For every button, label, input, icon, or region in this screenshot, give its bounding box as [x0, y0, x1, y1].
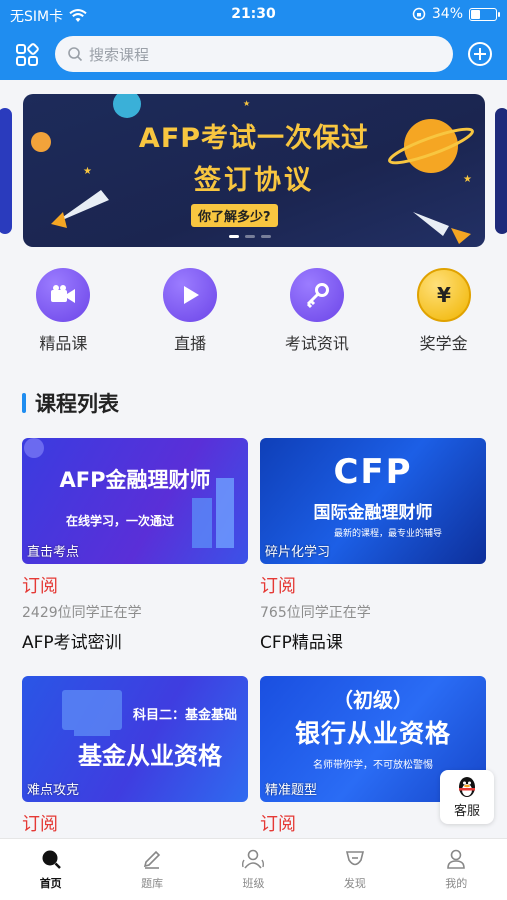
customer-service-button[interactable]: 客服 — [440, 770, 494, 824]
course-name: CFP精品课 — [260, 633, 343, 653]
tab-label: 题库 — [141, 877, 164, 890]
add-icon[interactable] — [467, 41, 493, 67]
tab-mine[interactable]: 我的 — [406, 839, 507, 900]
search-input[interactable]: 搜索课程 — [55, 36, 453, 72]
svg-text:★: ★ — [243, 99, 250, 108]
carousel-dot[interactable] — [261, 235, 271, 238]
svg-text:¥: ¥ — [437, 283, 451, 307]
banner-slide[interactable]: ★ ★ ★ AFP考试一次保过 签订协议 你了解多少? — [23, 94, 485, 247]
search-placeholder: 搜索课程 — [89, 45, 150, 64]
course-cover-subtitle: 科目二：基金基础 — [132, 708, 237, 723]
search-home-icon — [42, 850, 61, 869]
battery-icon — [469, 7, 500, 21]
category-label: 考试资讯 — [284, 334, 349, 353]
users-icon — [242, 849, 265, 869]
course-tag: 直击考点 — [27, 545, 80, 560]
prev-slide-peek[interactable] — [0, 108, 12, 234]
course-cover-title: 基金从业资格 — [78, 742, 222, 770]
pencil-icon — [143, 850, 161, 869]
section-title: 课程列表 — [35, 392, 119, 416]
category-label: 精品课 — [39, 334, 88, 353]
key-icon — [289, 268, 344, 322]
tab-discover[interactable]: 发现 — [304, 839, 405, 900]
next-slide-peek[interactable] — [495, 108, 507, 234]
course-card[interactable]: 科目二：基金基础 基金从业资格 难点攻克 订阅 — [22, 676, 248, 836]
course-tag: 精准题型 — [265, 783, 318, 798]
course-card[interactable]: CFP 国际金融理财师 最新的课程，最专业的辅导 碎片化学习 订阅 765位同学… — [260, 438, 486, 653]
penguin-icon — [459, 777, 475, 797]
subscribe-button[interactable]: 订阅 — [260, 572, 486, 598]
course-card[interactable]: AFP金融理财师 在线学习，一次通过 直击考点 订阅 2429位同学正在学 AF… — [22, 438, 248, 653]
tab-label: 发现 — [343, 877, 366, 890]
course-cover-subtitle: 在线学习，一次通过 — [65, 514, 174, 528]
category-label: 奖学金 — [419, 334, 468, 353]
category-scholarship[interactable]: ¥ 奖学金 — [380, 268, 507, 358]
customer-service-label: 客服 — [453, 804, 480, 819]
tab-label: 我的 — [445, 877, 468, 890]
category-quality-course[interactable]: 精品课 — [0, 268, 127, 358]
orientation-lock-icon — [412, 7, 426, 21]
course-cover-title: CFP — [333, 452, 413, 492]
course-cover: 科目二：基金基础 基金从业资格 难点攻克 — [22, 676, 248, 802]
course-cover-subtitle: （初级） — [333, 688, 413, 712]
play-icon — [163, 268, 218, 322]
tab-question-bank[interactable]: 题库 — [101, 839, 202, 900]
course-cover-note: 最新的课程，最专业的辅导 — [333, 529, 442, 539]
bottom-tab-bar: 首页 题库 班级 发现 我的 — [0, 838, 507, 900]
tab-class[interactable]: 班级 — [203, 839, 304, 900]
tab-label: 首页 — [39, 877, 62, 890]
course-cover-subtitle: 国际金融理财师 — [313, 503, 433, 523]
section-accent-bar — [22, 393, 26, 413]
banner-carousel[interactable]: ★ ★ ★ AFP考试一次保过 签订协议 你了解多少? — [0, 94, 507, 249]
status-bar: 无SIM卡 21:30 34% — [0, 0, 507, 30]
subscribe-button[interactable]: 订阅 — [22, 810, 248, 836]
tab-home[interactable]: 首页 — [0, 839, 101, 900]
course-cover: CFP 国际金融理财师 最新的课程，最专业的辅导 碎片化学习 — [260, 438, 486, 564]
course-name: AFP考试密训 — [22, 633, 122, 653]
user-icon — [447, 849, 466, 869]
learner-count: 765位同学正在学 — [260, 605, 371, 621]
course-cover-title: AFP金融理财师 — [59, 468, 211, 492]
category-label: 直播 — [174, 334, 207, 353]
course-tag: 碎片化学习 — [265, 545, 331, 560]
category-grid-icon[interactable] — [14, 42, 40, 68]
carousel-dots — [229, 235, 271, 238]
banner-pill: 你了解多少? — [191, 204, 278, 227]
carousel-dot[interactable] — [229, 235, 239, 238]
section-heading: 课程列表 — [22, 388, 119, 418]
course-tag: 难点攻克 — [27, 783, 80, 798]
battery-percent: 34% — [431, 6, 463, 22]
video-camera-icon — [36, 268, 91, 322]
tab-label: 班级 — [242, 877, 265, 890]
banner-subtitle: 签订协议 — [194, 165, 314, 196]
discover-icon — [345, 851, 364, 866]
learner-count: 2429位同学正在学 — [22, 605, 142, 621]
category-exam-news[interactable]: 考试资讯 — [254, 268, 381, 358]
course-cover: AFP金融理财师 在线学习，一次通过 直击考点 — [22, 438, 248, 564]
search-icon — [68, 47, 83, 62]
subscribe-button[interactable]: 订阅 — [22, 572, 248, 598]
yen-coin-icon: ¥ — [416, 268, 471, 322]
banner-title: AFP考试一次保过 — [138, 123, 370, 154]
course-cover-note: 名师带你学，不可放松警惕 — [313, 760, 433, 771]
category-live[interactable]: 直播 — [127, 268, 254, 358]
course-cover-title: 银行从业资格 — [294, 719, 451, 748]
top-bar: 搜索课程 — [0, 30, 507, 80]
carousel-dot[interactable] — [245, 235, 255, 238]
category-shortcuts: 精品课 直播 考试资讯 ¥ 奖学金 — [0, 268, 507, 358]
